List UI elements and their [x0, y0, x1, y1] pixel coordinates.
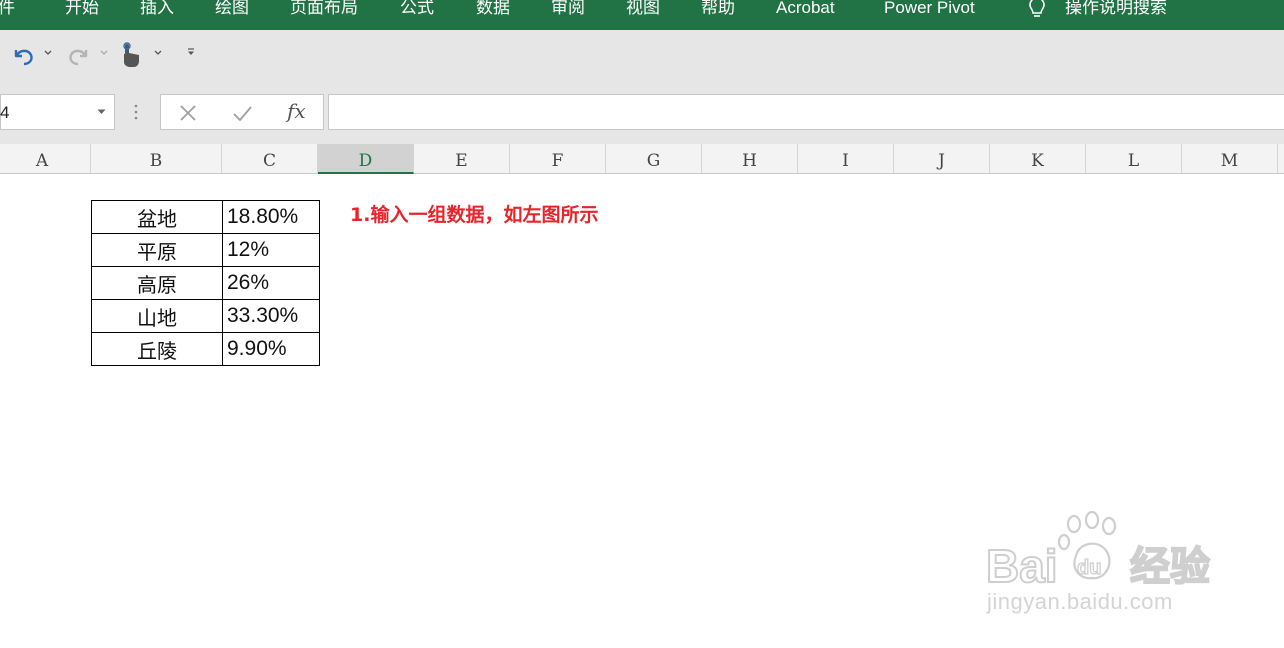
tab-file[interactable]: 件 — [0, 0, 15, 19]
column-header-m[interactable]: M — [1182, 144, 1278, 174]
column-header-a[interactable]: A — [0, 144, 91, 174]
column-header-b[interactable]: B — [91, 144, 222, 174]
column-header-g[interactable]: G — [606, 144, 702, 174]
percent-value-cell[interactable]: 26% — [222, 266, 320, 300]
enter-check-icon[interactable] — [230, 101, 254, 125]
terrain-name-cell[interactable]: 盆地 — [91, 200, 223, 234]
name-box[interactable]: 4 — [0, 94, 115, 130]
tell-me-search[interactable]: 操作说明搜索 — [1065, 0, 1167, 19]
column-header-c[interactable]: C — [222, 144, 318, 174]
quick-access-toolbar — [0, 30, 1284, 80]
svg-text:Bai: Bai — [986, 540, 1058, 590]
cancel-icon[interactable] — [176, 101, 200, 125]
name-box-value: 4 — [0, 103, 10, 122]
resize-grip-icon[interactable] — [132, 104, 140, 120]
terrain-name-cell[interactable]: 平原 — [91, 233, 223, 267]
terrain-name-cell[interactable]: 高原 — [91, 266, 223, 300]
lightbulb-icon[interactable] — [1027, 0, 1047, 20]
svg-text:du: du — [1077, 557, 1101, 579]
column-header-j[interactable]: J — [894, 144, 990, 174]
tab-formulas[interactable]: 公式 — [400, 0, 434, 19]
column-header-k[interactable]: K — [990, 144, 1086, 174]
svg-text:经验: 经验 — [1130, 544, 1210, 590]
tab-help[interactable]: 帮助 — [701, 0, 735, 19]
undo-icon[interactable] — [10, 42, 36, 68]
table-row: 丘陵 9.90% — [91, 332, 320, 366]
tab-data[interactable]: 数据 — [476, 0, 510, 19]
tab-page-layout[interactable]: 页面布局 — [290, 0, 358, 19]
tab-review[interactable]: 审阅 — [551, 0, 585, 19]
terrain-name-cell[interactable]: 丘陵 — [91, 332, 223, 366]
tab-home[interactable]: 开始 — [65, 0, 99, 19]
column-header-h[interactable]: H — [702, 144, 798, 174]
instruction-note: 1.输入一组数据，如左图所示 — [350, 204, 599, 226]
chevron-down-icon[interactable] — [97, 109, 106, 115]
undo-dropdown-icon[interactable] — [44, 50, 52, 56]
percent-value-cell[interactable]: 33.30% — [222, 299, 320, 333]
formula-buttons: fx — [160, 94, 324, 130]
redo-dropdown-icon[interactable] — [100, 50, 108, 56]
insert-function-button[interactable]: fx — [287, 99, 306, 123]
formula-bar-row: 4 fx — [0, 80, 1284, 144]
touch-mode-dropdown-icon[interactable] — [154, 50, 162, 56]
table-row: 山地 33.30% — [91, 299, 320, 333]
column-header-l[interactable]: L — [1086, 144, 1182, 174]
column-headers: A B C D E F G H I J K L M — [0, 144, 1284, 174]
table-row: 高原 26% — [91, 266, 320, 300]
baidu-jingyan-logo: Bai du 经验 — [985, 510, 1211, 590]
ribbon-tab-bar: 件 开始 插入 绘图 页面布局 公式 数据 审阅 视图 帮助 Acrobat P… — [0, 0, 1284, 30]
column-header-i[interactable]: I — [798, 144, 894, 174]
table-row: 平原 12% — [91, 233, 320, 267]
redo-icon[interactable] — [66, 42, 92, 68]
percent-value-cell[interactable]: 12% — [222, 233, 320, 267]
percent-value-cell[interactable]: 9.90% — [222, 332, 320, 366]
customize-toolbar-icon[interactable] — [187, 48, 195, 56]
watermark-url: jingyan.baidu.com — [987, 589, 1173, 614]
column-header-f[interactable]: F — [510, 144, 606, 174]
data-table: 盆地 18.80% 平原 12% 高原 26% 山地 33.30% 丘陵 9.9… — [91, 200, 320, 366]
column-header-d[interactable]: D — [318, 144, 414, 174]
column-header-e[interactable]: E — [414, 144, 510, 174]
baidu-jingyan-watermark: Bai du 经验 jingyan.baidu.com — [984, 508, 1224, 623]
table-row: 盆地 18.80% — [91, 200, 320, 234]
touch-mode-icon[interactable] — [120, 42, 142, 68]
terrain-name-cell[interactable]: 山地 — [91, 299, 223, 333]
tab-power-pivot[interactable]: Power Pivot — [884, 0, 975, 19]
formula-input[interactable] — [328, 94, 1284, 130]
tab-view[interactable]: 视图 — [626, 0, 660, 19]
percent-value-cell[interactable]: 18.80% — [222, 200, 320, 234]
tab-draw[interactable]: 绘图 — [215, 0, 249, 19]
tab-acrobat[interactable]: Acrobat — [776, 0, 835, 19]
tab-insert[interactable]: 插入 — [140, 0, 174, 19]
